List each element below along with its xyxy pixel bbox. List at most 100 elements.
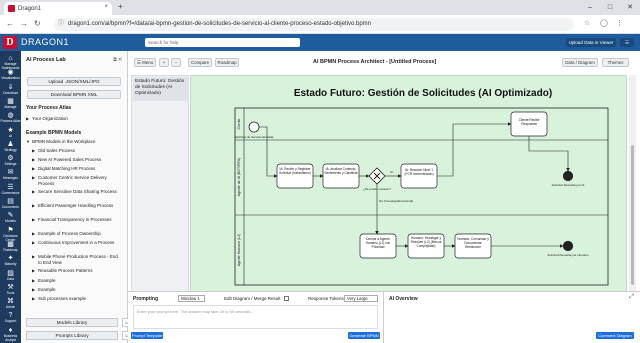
process-pool — [234, 107, 609, 286]
prompt-textarea[interactable]: Enter your prompt here. The answer may t… — [133, 305, 378, 329]
leftnav-item[interactable]: ⌂ Manage Dashboards — [0, 55, 21, 70]
example-item[interactable]: ▶ Example — [32, 287, 120, 293]
compare-button[interactable]: Compare — [188, 58, 212, 67]
response-tokens-select[interactable]: Very Large — [344, 295, 378, 302]
diagram-list-item[interactable]: Estado Futuro: Gestión de Solicitudes (A… — [133, 77, 189, 101]
end-event-ai-label: Solicitud Resuelta por IA — [552, 183, 585, 187]
example-item[interactable]: ▶ Example of Process Ownership — [32, 231, 120, 237]
menu-button[interactable]: ☰ Menu — [134, 58, 156, 67]
expand-arrow-icon: ▶ — [32, 240, 36, 246]
app-header: D DRAGON1 Search for help Upload Data in… — [0, 34, 640, 51]
generate-bpmn-button[interactable]: Generate BPMN — [348, 332, 380, 339]
profile-icon[interactable]: ◯ — [600, 19, 608, 27]
example-item[interactable]: ▶ Example — [32, 278, 120, 284]
dragon1-logo[interactable]: D — [3, 36, 17, 49]
leftnav-item[interactable]: ? Support — [0, 312, 21, 323]
leftnav-item[interactable]: ☰ Governance — [0, 184, 21, 195]
roadmap-button[interactable]: Roadmap — [215, 58, 239, 67]
example-item[interactable]: ▶ Customer Centric Service Delivery Proce… — [32, 175, 120, 186]
expand-icon[interactable]: ⤢ — [629, 294, 634, 301]
leftnav-item[interactable]: ★ AI — [0, 127, 21, 138]
example-item[interactable]: ▶ New AI Powered Sales Process — [32, 157, 120, 163]
leftnav-item[interactable]: ◍ Process Atlas — [0, 112, 21, 123]
example-item[interactable]: ▶ Continuous Improvement in a Process — [32, 240, 120, 246]
leftnav-item[interactable]: ♦ Business Analyst — [0, 327, 21, 342]
end-event-human — [562, 240, 574, 252]
example-item[interactable]: ▶ Secure Sensitive Data Sharing Process — [32, 189, 120, 195]
zoom-out-button[interactable]: − — [171, 58, 181, 67]
download-bpmn-button[interactable]: Download BPMN XML — [27, 90, 121, 99]
minimize-button[interactable]: – — [580, 0, 600, 15]
brand-name: DRAGON1 — [21, 37, 70, 47]
task-receive-label: IA: Recibir y Registrar Solicitud (Insta… — [279, 167, 311, 175]
diagram-title: Estado Futuro: Gestión de Solicitudes (A… — [294, 88, 552, 99]
example-root-item[interactable]: ▼ BPMN Models in the Workplace — [26, 139, 95, 145]
zoom-in-button[interactable]: + — [159, 58, 169, 67]
expand-arrow-icon: ▶ — [32, 254, 36, 260]
comment-diagram-button[interactable]: Comment Diagram — [596, 332, 634, 339]
maximize-button[interactable]: □ — [600, 0, 620, 15]
leftnav-item[interactable]: ◉ Visualization — [0, 69, 21, 80]
prompting-panel: Prompting Window 1 Edit Diagram / Merge … — [128, 291, 383, 343]
example-item[interactable]: ▶ Financial Transparency in Processes — [32, 217, 120, 223]
leftnav-item[interactable]: ▨ Data — [0, 270, 21, 281]
prompt-template-button[interactable]: Prompt Template — [131, 332, 163, 339]
leftnav-item[interactable]: ⚒ Tools — [0, 284, 21, 295]
leftnav-item[interactable]: ⇓ Download — [0, 84, 21, 95]
window-select[interactable]: Window 1 — [178, 295, 205, 302]
tab-close-icon[interactable]: × — [104, 4, 108, 10]
reload-icon[interactable]: ↻ — [34, 19, 41, 28]
help-search-input[interactable]: Search for help — [145, 38, 300, 47]
leftnav-item[interactable]: ▩ Roadmap — [0, 241, 21, 252]
leftnav-item[interactable]: ⚙ Settings — [0, 155, 21, 166]
leftnav-label: Tools — [6, 290, 15, 295]
user-menu-icon[interactable]: ☰ — [620, 38, 634, 47]
prompts-library-button[interactable]: Prompts Library — [26, 331, 118, 340]
models-library-button[interactable]: Models Library — [26, 318, 118, 327]
leftnav-icon: ▨ — [7, 269, 14, 277]
leftnav-item[interactable]: ✉ Messages — [0, 169, 21, 180]
leftnav-item[interactable]: ✎ Models — [0, 212, 21, 223]
example-item[interactable]: ▶ Old Sales Process — [32, 148, 120, 154]
expand-arrow-icon: ▶ — [32, 166, 36, 172]
back-icon[interactable]: ← — [6, 19, 14, 28]
example-item[interactable]: ▶ Mobile Phone Production Process - End t… — [32, 254, 120, 265]
leftnav-item[interactable]: ♟ Strategy — [0, 141, 21, 152]
prompting-title: Prompting — [133, 296, 158, 302]
browser-tab-bar: Dragon1 × + – □ ✕ — [0, 0, 640, 15]
task-analyze-label: IA: Analizar Contexto, Sentimiento y Cla… — [324, 167, 358, 175]
example-item[interactable]: ▶ Digital Matching HR Process — [32, 166, 120, 172]
upload-data-button[interactable]: Upload Data in Viewer — [566, 38, 616, 47]
example-item[interactable]: ▶ Efficient Passenger Handling Process — [32, 203, 120, 209]
address-bar-row: ← → ↻ ⓘ dragon1.com/ai/bpmn?f=/data/ai-b… — [0, 15, 640, 34]
leftnav-icon: ✎ — [7, 212, 14, 220]
upload-file-button[interactable]: Upload .JSON/XML/JPG — [27, 77, 121, 86]
leftnav-label: Manage — [4, 104, 17, 109]
leftnav-item[interactable]: ⚑ Decisions Center — [0, 227, 21, 242]
example-item[interactable]: ▶ Reusable Process Patterns — [32, 268, 120, 274]
site-info-icon[interactable]: ⓘ — [58, 18, 64, 31]
start-event — [248, 121, 260, 133]
forward-icon[interactable]: → — [20, 19, 28, 28]
data-diagram-button[interactable]: Data / Diagram — [562, 58, 598, 67]
edit-diagram-checkbox[interactable] — [284, 296, 289, 301]
task-resolve-ai: IA: Resolver Nivel 1 (FCR Incrementado) — [400, 163, 438, 189]
browser-menu-icon[interactable]: ⋮ — [616, 19, 623, 27]
bookmark-star-icon[interactable]: ☆ — [584, 19, 590, 27]
lab-panel-controls[interactable]: ⧉ ✕ — [113, 57, 122, 63]
leftnav-label: Documents — [2, 205, 19, 209]
close-window-button[interactable]: ✕ — [620, 0, 640, 15]
leftnav-label: Support — [4, 319, 17, 324]
leftnav-item[interactable]: ⌘ Admin — [0, 298, 21, 309]
yes-flow-label: Sí — [390, 170, 393, 174]
themes-button[interactable]: Themes — [602, 58, 629, 67]
leftnav-item[interactable]: ✦ Maturity — [0, 255, 21, 266]
url-text: dragon1.com/ai/bpmn?f=/data/ai-bpmn-gest… — [68, 21, 371, 27]
leftnav-item[interactable]: ▦ Manage — [0, 98, 21, 109]
atlas-item[interactable]: ▶ Your Organization — [26, 116, 68, 122]
browser-tab[interactable]: Dragon1 × — [4, 2, 112, 15]
new-tab-button[interactable]: + — [118, 2, 123, 11]
example-item[interactable]: ▶ Sub processes example — [32, 296, 120, 302]
leftnav-item[interactable]: ▤ Documents — [0, 198, 21, 209]
url-field[interactable]: ⓘ dragon1.com/ai/bpmn?f=/data/ai-bpmn-ge… — [54, 18, 574, 31]
